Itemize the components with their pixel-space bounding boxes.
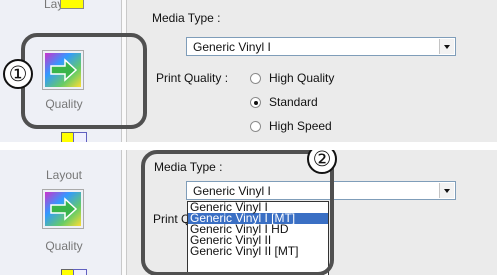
radio-standard[interactable] [250, 97, 261, 108]
settings-area: Media Type : Generic Vinyl I Print Quali… [127, 0, 497, 142]
sidebar-item-quality[interactable] [42, 189, 84, 229]
sidebar: Layout Quality [0, 150, 127, 275]
callout-ring-2 [141, 150, 334, 275]
radio-standard-label[interactable]: Standard [269, 95, 318, 109]
sidebar-item-quality-label: Quality [45, 239, 83, 253]
chevron-down-icon[interactable] [439, 183, 454, 198]
step-number-1: ① [3, 59, 33, 89]
layout-icon [60, 0, 84, 9]
next-item-icon-accent [73, 269, 87, 275]
print-quality-label: Print Quality : [156, 71, 229, 85]
callout-ring-1 [21, 33, 147, 129]
radio-high-quality-label[interactable]: High Quality [269, 71, 334, 85]
radio-high-speed-label[interactable]: High Speed [269, 119, 332, 133]
sidebar-item-layout-label[interactable]: Layout [24, 168, 104, 182]
chevron-down-icon[interactable] [439, 39, 454, 54]
step-1-panel: Layout Quality Media Type : Generic Viny… [0, 0, 497, 142]
next-item-icon-accent [73, 132, 87, 142]
media-type-combo[interactable]: Generic Vinyl I [186, 37, 456, 56]
media-type-label: Media Type : [152, 11, 221, 25]
step-2-panel: Layout Quality Media Type : Generic Viny… [0, 150, 497, 275]
media-type-value: Generic Vinyl I [193, 40, 271, 54]
radio-high-speed[interactable] [250, 121, 261, 132]
quality-icon [45, 192, 81, 226]
panel-separator [0, 142, 497, 150]
radio-high-quality[interactable] [250, 73, 261, 84]
